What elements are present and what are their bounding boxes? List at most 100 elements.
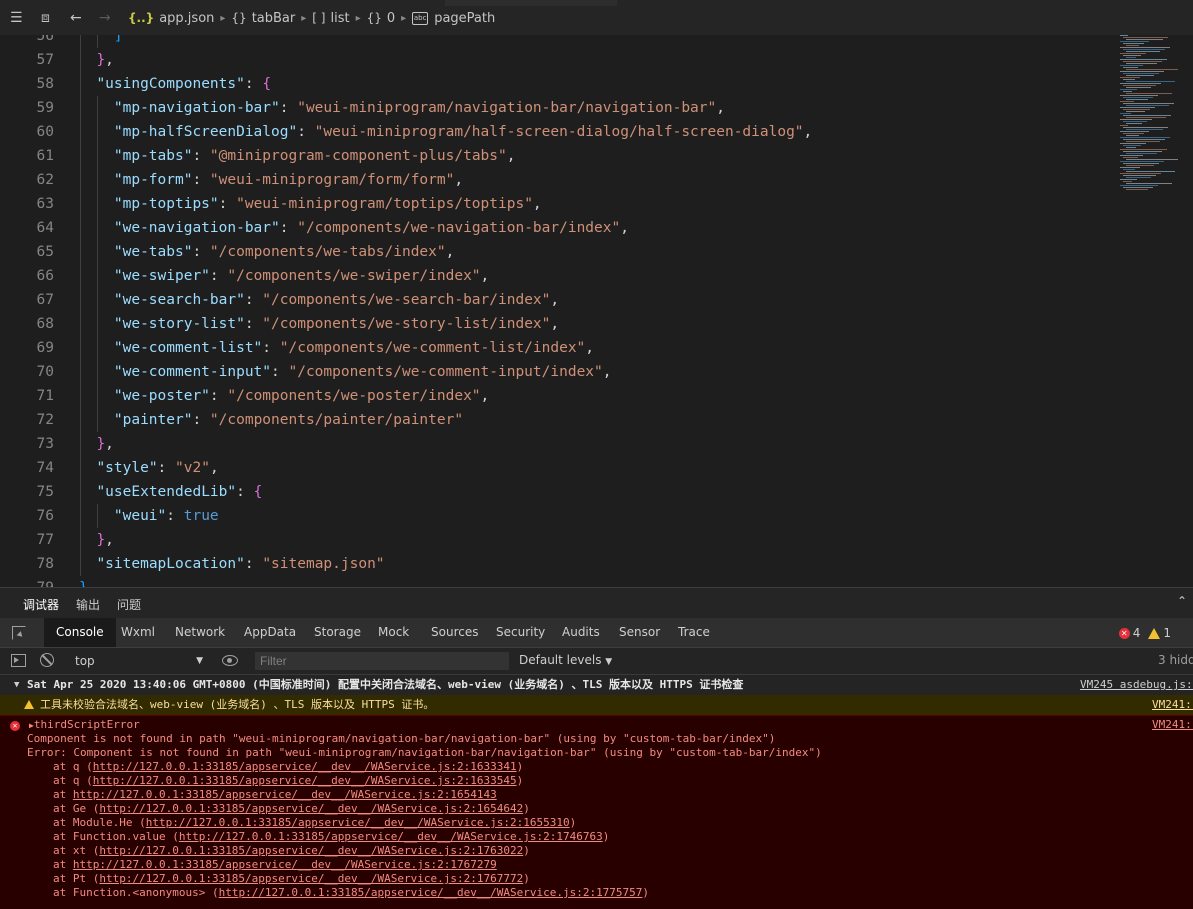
tab-audits[interactable]: Audits	[562, 618, 600, 647]
line-number: 70	[36, 364, 54, 380]
chevron-up-icon[interactable]: ⌃	[1177, 594, 1187, 608]
show-sidebar-icon[interactable]	[11, 654, 26, 667]
source-link[interactable]: VM245 asdebug.js:1	[1080, 675, 1193, 695]
minimap-line	[1123, 97, 1153, 98]
stack-frame-link[interactable]: http://127.0.0.1:33185/appservice/__dev_…	[219, 886, 643, 899]
minimap-line	[1126, 93, 1172, 94]
stack-frame-link[interactable]: http://127.0.0.1:33185/appservice/__dev_…	[99, 844, 523, 857]
code-token: "@miniprogram-component-plus/tabs"	[209, 148, 507, 164]
code-line: 75 "useExtendedLib": {	[0, 480, 1110, 504]
code-token: "usingComponents"	[96, 76, 245, 92]
code-text: "mp-tabs": "@miniprogram-component-plus/…	[114, 144, 516, 168]
list-icon[interactable]: ☰	[10, 9, 23, 27]
code-token: :	[209, 388, 228, 404]
issue-counter[interactable]: ✕ 4 1	[1118, 626, 1171, 640]
code-line: 57},	[0, 48, 1110, 72]
code-token: ,	[550, 316, 560, 332]
minimap-line	[1123, 61, 1162, 62]
minimap-line	[1123, 187, 1153, 188]
breadcrumb-item[interactable]: abc pagePath	[412, 11, 495, 26]
minimap-line	[1123, 91, 1132, 92]
minimap-line	[1123, 109, 1150, 110]
console-group-header[interactable]: ▼ Sat Apr 25 2020 13:40:06 GMT+0800 (中国标…	[0, 675, 1193, 696]
stack-frame-link[interactable]: http://127.0.0.1:33185/appservice/__dev_…	[146, 816, 570, 829]
expand-triangle-icon[interactable]: ▼	[14, 675, 19, 695]
stack-frame: at Function.<anonymous> (http://127.0.0.…	[53, 886, 649, 900]
json-file-icon: {..}	[128, 11, 155, 25]
minimap-line	[1123, 145, 1141, 146]
tab-network[interactable]: Network	[175, 618, 225, 647]
tab-problems[interactable]: 问题	[117, 596, 141, 613]
stack-frame-link[interactable]: http://127.0.0.1:33185/appservice/__dev_…	[73, 858, 497, 871]
code-token: :	[192, 172, 210, 188]
minimap-line	[1123, 67, 1138, 68]
context-select[interactable]: top ▼	[67, 652, 205, 670]
stack-frame-label: at Function.value (	[53, 830, 179, 843]
minimap-line	[1123, 175, 1156, 176]
code-token: "sitemapLocation"	[96, 556, 245, 572]
source-link[interactable]: VM241:1	[1152, 718, 1193, 732]
bookmark-icon[interactable]: ⧈	[41, 9, 50, 27]
code-line: 69 "we-comment-list": "/components/we-com…	[0, 336, 1110, 360]
tab-security[interactable]: Security	[496, 618, 545, 647]
clear-console-icon[interactable]	[40, 653, 54, 667]
forward-arrow-icon[interactable]: →	[99, 9, 111, 27]
minimap[interactable]	[1118, 35, 1193, 235]
breadcrumb-separator-icon: ▸	[301, 12, 307, 24]
tab-mock[interactable]: Mock	[378, 618, 409, 647]
indent-guide	[80, 552, 81, 576]
warning-message: 工具未校验合法域名、web-view (业务域名) 、TLS 版本以及 HTTP…	[40, 698, 435, 711]
stack-frame-link[interactable]: http://127.0.0.1:33185/appservice/__dev_…	[99, 802, 523, 815]
stack-frame-link[interactable]: http://127.0.0.1:33185/appservice/__dev_…	[73, 788, 497, 801]
code-token: ,	[445, 244, 455, 260]
code-token: "weui"	[113, 508, 167, 524]
breadcrumb-item[interactable]: {} 0	[367, 11, 396, 26]
minimap-line	[1120, 113, 1131, 114]
tab-sensor[interactable]: Sensor	[619, 618, 660, 647]
code-line: 76 "weui": true	[0, 504, 1110, 528]
breadcrumb-item[interactable]: {..} app.json	[128, 11, 214, 26]
tab-output[interactable]: 输出	[76, 596, 100, 613]
indent-guide	[80, 336, 81, 360]
breadcrumb-item[interactable]: [ ] list	[312, 11, 349, 26]
stack-frame: at q (http://127.0.0.1:33185/appservice/…	[53, 774, 523, 788]
tab-sources[interactable]: Sources	[431, 618, 478, 647]
breadcrumb-item[interactable]: {} tabBar	[231, 11, 295, 26]
stack-frame-link[interactable]: http://127.0.0.1:33185/appservice/__dev_…	[93, 774, 517, 787]
line-number: 68	[36, 316, 54, 332]
indent-guide	[97, 264, 99, 288]
code-token: ,	[550, 292, 560, 308]
back-arrow-icon[interactable]: ←	[70, 9, 82, 27]
live-expression-eye-icon[interactable]	[222, 655, 238, 666]
tab-trace[interactable]: Trace	[678, 618, 710, 647]
code-editor[interactable]: 56] 57}, 58 "usingComponents": {59 "mp-navig…	[0, 35, 1193, 587]
stack-frame-link[interactable]: http://127.0.0.1:33185/appservice/__dev_…	[93, 760, 517, 773]
minimap-line	[1120, 41, 1149, 42]
console-toolbar: top ▼ Default levels ▼ 3 hidden	[0, 648, 1193, 675]
console-output[interactable]: ▼ Sat Apr 25 2020 13:40:06 GMT+0800 (中国标…	[0, 675, 1193, 909]
code-text: "we-story-list": "/components/we-story-l…	[114, 312, 559, 336]
error-heading[interactable]: ▶thirdScriptError	[29, 718, 140, 732]
code-token: "weui-miniprogram/form/form"	[209, 172, 455, 188]
tab-debugger[interactable]: 调试器	[23, 596, 60, 619]
breadcrumb: {..} app.json ▸ {} tabBar ▸ [ ] list ▸ {} 0 ▸ abc pag…	[128, 9, 495, 27]
stack-frame-link[interactable]: http://127.0.0.1:33185/appservice/__dev_…	[179, 830, 603, 843]
stack-frame-link[interactable]: http://127.0.0.1:33185/appservice/__dev_…	[99, 872, 523, 885]
source-link[interactable]: VM241:1	[1152, 695, 1193, 715]
code-text: "usingComponents": {	[96, 72, 271, 96]
tab-appdata[interactable]: AppData	[244, 618, 296, 647]
tab-storage[interactable]: Storage	[314, 618, 361, 647]
minimap-line	[1126, 99, 1148, 100]
tab-wxml[interactable]: Wxml	[121, 618, 155, 647]
editor-scrollbar[interactable]	[1183, 35, 1193, 587]
minimap-line	[1123, 115, 1171, 116]
stack-frame-suffix: )	[523, 802, 530, 815]
filter-input[interactable]	[255, 652, 509, 670]
minimap-line	[1126, 105, 1169, 106]
log-levels-select[interactable]: Default levels ▼	[519, 653, 612, 667]
code-token: :	[192, 412, 210, 428]
tab-console[interactable]: Console	[44, 618, 116, 647]
code-token: "/components/we-swiper/index"	[227, 268, 481, 284]
inspect-element-icon[interactable]	[12, 626, 26, 640]
stack-frame-label: at xt (	[53, 844, 100, 857]
